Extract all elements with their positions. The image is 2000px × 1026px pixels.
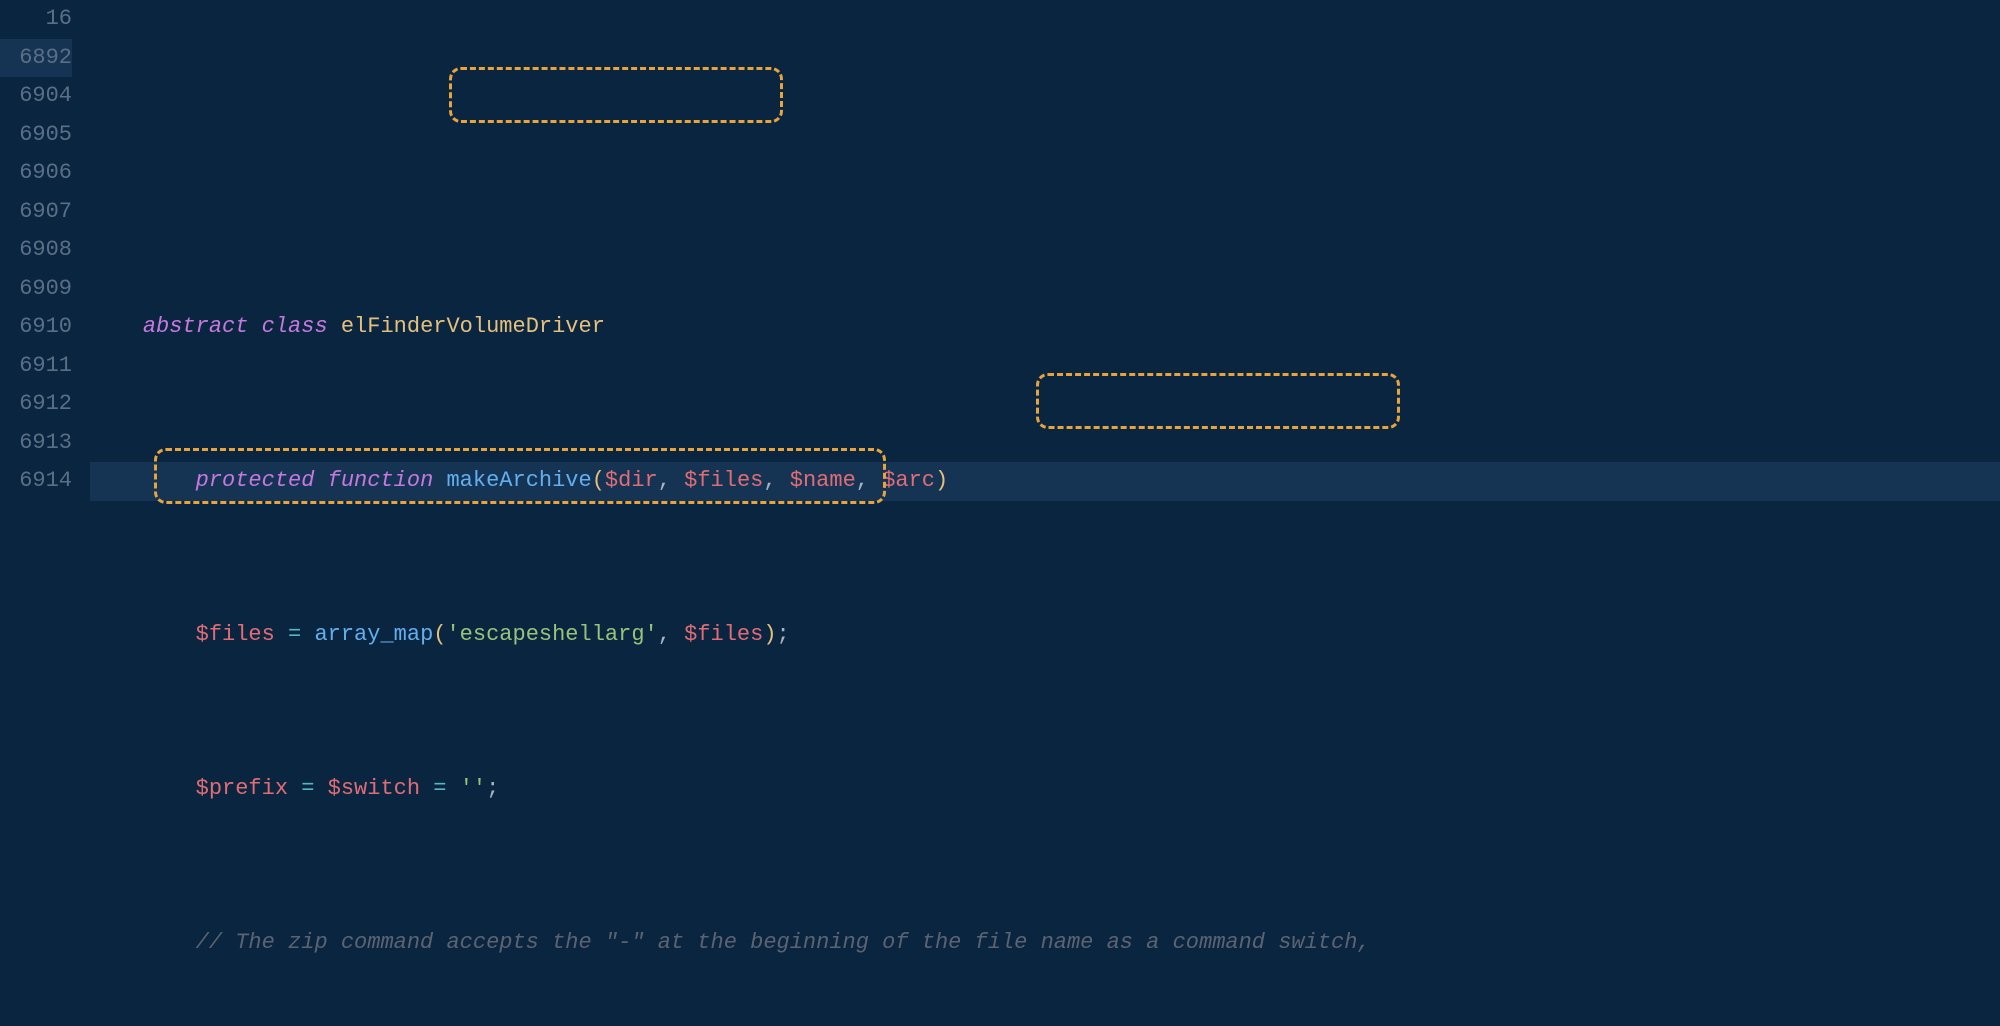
line-number: 6912 [0, 385, 72, 424]
line-number-gutter: 16 6892 6904 6905 6906 6907 6908 6909 69… [0, 0, 90, 1026]
code-line-6904: $files = array_map('escapeshellarg', $fi… [90, 616, 2000, 655]
code-editor: 16 6892 6904 6905 6906 6907 6908 6909 69… [0, 0, 2000, 1026]
line-number: 6904 [0, 77, 72, 116]
keyword-abstract: abstract [143, 314, 249, 339]
comment: // The zip command accepts the "-" at th… [196, 930, 1371, 955]
line-number: 6909 [0, 270, 72, 309]
line-number: 6905 [0, 116, 72, 155]
highlight-escapeshellarg-2 [1036, 373, 1400, 429]
code-line-6892: protected function makeArchive($dir, $fi… [90, 462, 2000, 501]
keyword-class: class [262, 314, 328, 339]
line-number: 6914 [0, 462, 72, 501]
line-number: 6892 [0, 39, 72, 78]
keyword-protected: protected [196, 468, 315, 493]
line-number: 6911 [0, 347, 72, 386]
code-line-6905: $prefix = $switch = ''; [90, 770, 2000, 809]
function-name: makeArchive [446, 468, 591, 493]
line-number: 6906 [0, 154, 72, 193]
code-line-16: abstract class elFinderVolumeDriver [90, 308, 2000, 347]
code-line-6906: // The zip command accepts the "-" at th… [90, 924, 2000, 963]
line-number: 16 [0, 0, 72, 39]
class-name: elFinderVolumeDriver [341, 314, 605, 339]
code-content[interactable]: abstract class elFinderVolumeDriver prot… [90, 0, 2000, 1026]
line-number: 6910 [0, 308, 72, 347]
highlight-escapeshellarg-1 [449, 67, 783, 123]
line-number: 6913 [0, 424, 72, 463]
line-number: 6907 [0, 193, 72, 232]
line-number: 6908 [0, 231, 72, 270]
keyword-function: function [328, 468, 434, 493]
